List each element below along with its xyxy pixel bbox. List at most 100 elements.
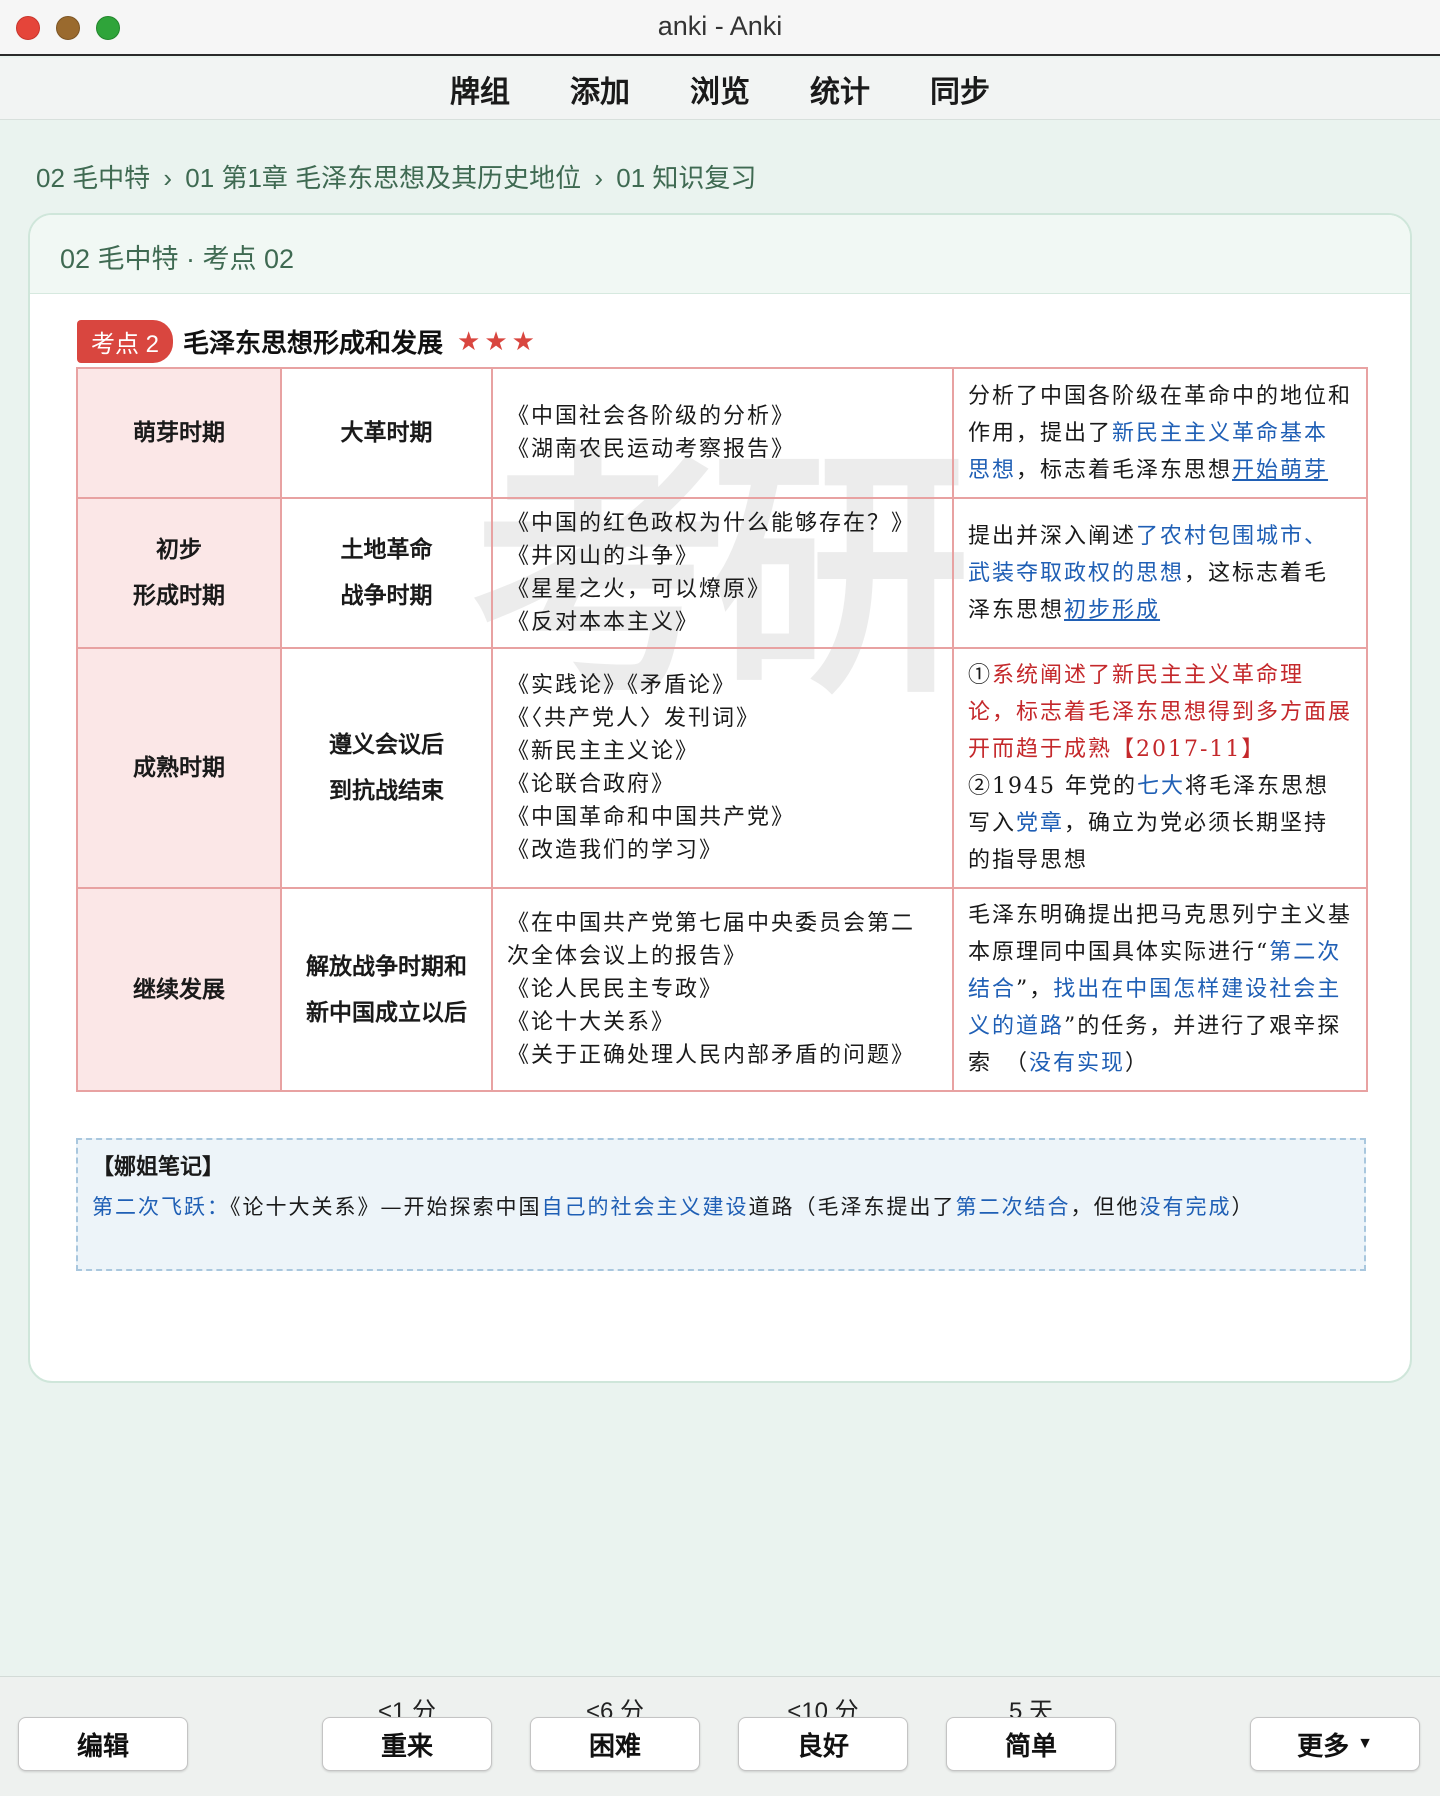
breadcrumb-item: 02 毛中特 (36, 163, 151, 193)
again-button[interactable]: 重来 (322, 1717, 492, 1771)
era-label: 土地革命 (340, 536, 433, 563)
period-cell: 成熟时期 (76, 647, 282, 889)
review-card: 02 毛中特 · 考点 02 考研 考点 2 毛泽东思想形成和发展 ★★★ 萌芽… (28, 213, 1412, 1383)
answer-bar: 编辑 <1 分 重来 <6 分 困难 <10 分 良好 5 天 简单 更多 ▼ (0, 1676, 1440, 1796)
text-segment: ） (1125, 1051, 1150, 1076)
era-label: 遵义会议后 (329, 731, 444, 758)
knowledge-table: 萌芽时期 大革时期 《中国社会各阶级的分析》 《湖南农民运动考察报告》 分析了中国各阶级… (76, 367, 1368, 1092)
work-title: 《关于正确处理人民内部矛盾的问题》 (507, 1043, 916, 1068)
table-row: 成熟时期 遵义会议后 到抗战结束 《实践论》《矛盾论》 《〈共产党人〉发刊词》 《新民主主… (76, 647, 1368, 889)
text-segment: ） (1231, 1195, 1255, 1219)
kaodian-badge: 考点 2 (77, 319, 174, 363)
window-title: anki - Anki (657, 11, 783, 41)
text-segment: 第二次飞跃： (92, 1195, 230, 1219)
period-label: 继续发展 (133, 975, 225, 1003)
table-row: 继续发展 解放战争时期和 新中国成立以后 《在中国共产党第七届中央委员会第二次全体会议… (76, 887, 1368, 1092)
notes-title: 【娜姐笔记】 (92, 1154, 225, 1180)
breadcrumb-item: 01 知识复习 (616, 163, 757, 193)
table-row: 萌芽时期 大革时期 《中国社会各阶级的分析》 《湖南农民运动考察报告》 分析了中国各阶级… (76, 367, 1368, 499)
more-label: 更多 (1297, 1730, 1350, 1761)
breadcrumb: 02 毛中特 › 01 第1章 毛泽东思想及其历史地位 › 01 知识复习 (36, 158, 756, 195)
work-title: 《星星之火，可以燎原》 (507, 577, 772, 602)
era-label: 大革时期 (340, 419, 433, 446)
toolbar-add[interactable]: 添加 (568, 67, 632, 111)
text-segment: 没有完成 (1139, 1195, 1232, 1219)
work-title: 《改造我们的学习》 (507, 838, 724, 863)
card-header: 02 毛中特 · 考点 02 (30, 215, 1410, 294)
era-label: 新中国成立以后 (306, 998, 467, 1026)
breadcrumb-separator: › (163, 163, 173, 193)
good-button[interactable]: 良好 (738, 1717, 908, 1771)
text-segment: 《论十大关系》—开始探索中国 (230, 1195, 542, 1219)
period-cell: 继续发展 (76, 887, 282, 1092)
work-title: 《论人民民主专政》 (507, 977, 724, 1002)
kaodian-title: 毛泽东思想形成和发展 (183, 328, 444, 359)
kaodian-heading: 考点 2 毛泽东思想形成和发展 ★★★ (77, 319, 539, 363)
table-row: 初步 形成时期 土地革命 战争时期 《中国的红色政权为什么能够存在？》 《井冈山的斗争》《… (76, 497, 1368, 649)
text-segment: 道路（毛泽东提出了 (748, 1195, 956, 1219)
work-title: 《反对本本主义》 (507, 610, 700, 635)
era-cell: 解放战争时期和 新中国成立以后 (280, 887, 493, 1092)
more-button[interactable]: 更多 ▼ (1250, 1717, 1420, 1771)
chevron-down-icon: ▼ (1357, 1735, 1373, 1752)
works-cell: 《在中国共产党第七届中央委员会第二次全体会议上的报告》《论人民民主专政》 《论十大… (491, 887, 954, 1092)
text-segment: 初步形成 (1064, 597, 1161, 623)
work-title: 《论联合政府》 (507, 772, 676, 797)
hard-button[interactable]: 困难 (530, 1717, 700, 1771)
period-cell: 萌芽时期 (76, 367, 282, 499)
era-label: 战争时期 (340, 582, 433, 609)
work-title: 《新民主主义论》 (507, 739, 700, 764)
era-cell: 大革时期 (280, 367, 493, 499)
text-segment: 第二次结合 (955, 1195, 1071, 1219)
works-cell: 《中国的红色政权为什么能够存在？》 《井冈山的斗争》《星星之火，可以燎原》 《反对本… (491, 497, 954, 649)
works-cell: 《实践论》《矛盾论》 《〈共产党人〉发刊词》 《新民主主义论》 《论联合政府》《中国革… (491, 647, 954, 889)
period-label: 初步 (156, 536, 202, 563)
text-segment: ②1945 年党的 (968, 774, 1137, 799)
text-segment: 开始萌芽 (1232, 457, 1329, 483)
work-title: 《中国革命和中国共产党》 (507, 805, 796, 830)
text-segment: ，但他 (1070, 1195, 1140, 1219)
text-segment: 提出并深入阐述 (968, 523, 1137, 549)
text-segment: 党章 (1016, 811, 1065, 836)
description-cell: 提出并深入阐述了农村包围城市、武装夺取政权的思想，这标志着毛泽东思想初步形成 (952, 497, 1368, 649)
works-cell: 《中国社会各阶级的分析》 《湖南农民运动考察报告》 (491, 367, 954, 499)
toolbar-decks[interactable]: 牌组 (448, 67, 512, 111)
easy-button[interactable]: 简单 (946, 1717, 1116, 1771)
work-title: 《实践论》《矛盾论》 (507, 673, 737, 698)
period-cell: 初步 形成时期 (76, 497, 282, 649)
notes-body: 第二次飞跃：《论十大关系》—开始探索中国自己的社会主义建设道路（毛泽东提出了第二… (92, 1186, 1350, 1229)
work-title: 《〈共产党人〉发刊词》 (507, 706, 761, 731)
era-cell: 遵义会议后到抗战结束 (280, 647, 493, 889)
period-label: 成熟时期 (133, 754, 225, 781)
description-cell: 毛泽东明确提出把马克思列宁主义基本原理同中国具体实际进行“第二次结合”，找出在中… (952, 887, 1368, 1092)
work-title: 《湖南农民运动考察报告》 (507, 437, 796, 462)
title-bar: anki - Anki (0, 0, 1440, 56)
main-toolbar: 牌组 添加 浏览 统计 同步 (0, 58, 1440, 120)
description-cell: ①系统阐述了新民主主义革命理论，标志着毛泽东思想得到多方面展开而趋于成熟【201… (952, 647, 1368, 889)
star-rating-icon: ★★★ (457, 325, 539, 356)
edit-button[interactable]: 编辑 (18, 1717, 188, 1771)
text-segment: 系统阐述了新民主主义革命理论，标志着毛泽东思想得到多方面展开而趋于成熟【2017… (968, 663, 1353, 762)
toolbar-stats[interactable]: 统计 (808, 67, 872, 111)
text-segment: ”， (1016, 977, 1054, 1002)
text-segment: ，标志着毛泽东思想 (1016, 457, 1233, 483)
work-title: 《论十大关系》 (507, 1010, 676, 1035)
breadcrumb-separator: › (594, 163, 604, 193)
era-label: 到抗战结束 (329, 777, 444, 804)
work-title: 《在中国共产党第七届中央委员会第二次全体会议上的报告》 (507, 911, 916, 969)
breadcrumb-item: 01 第1章 毛泽东思想及其历史地位 (185, 163, 582, 193)
work-title: 《中国社会各阶级的分析》 (507, 404, 796, 429)
period-label: 萌芽时期 (133, 419, 225, 446)
period-label: 形成时期 (133, 582, 225, 609)
era-label: 解放战争时期和 (306, 952, 467, 980)
work-title: 《井冈山的斗争》 (507, 544, 700, 569)
work-title: 《中国的红色政权为什么能够存在？》 (507, 511, 916, 536)
text-segment: 自己的社会主义建设 (541, 1195, 749, 1219)
notes-box: 【娜姐笔记】 第二次飞跃：《论十大关系》—开始探索中国自己的社会主义建设道路（毛… (76, 1138, 1366, 1271)
text-segment: 没有实现 (1029, 1051, 1126, 1076)
toolbar-browse[interactable]: 浏览 (688, 67, 752, 111)
text-segment: ① (968, 663, 993, 688)
era-cell: 土地革命 战争时期 (280, 497, 493, 649)
toolbar-sync[interactable]: 同步 (928, 67, 992, 111)
text-segment: 七大 (1136, 774, 1185, 799)
